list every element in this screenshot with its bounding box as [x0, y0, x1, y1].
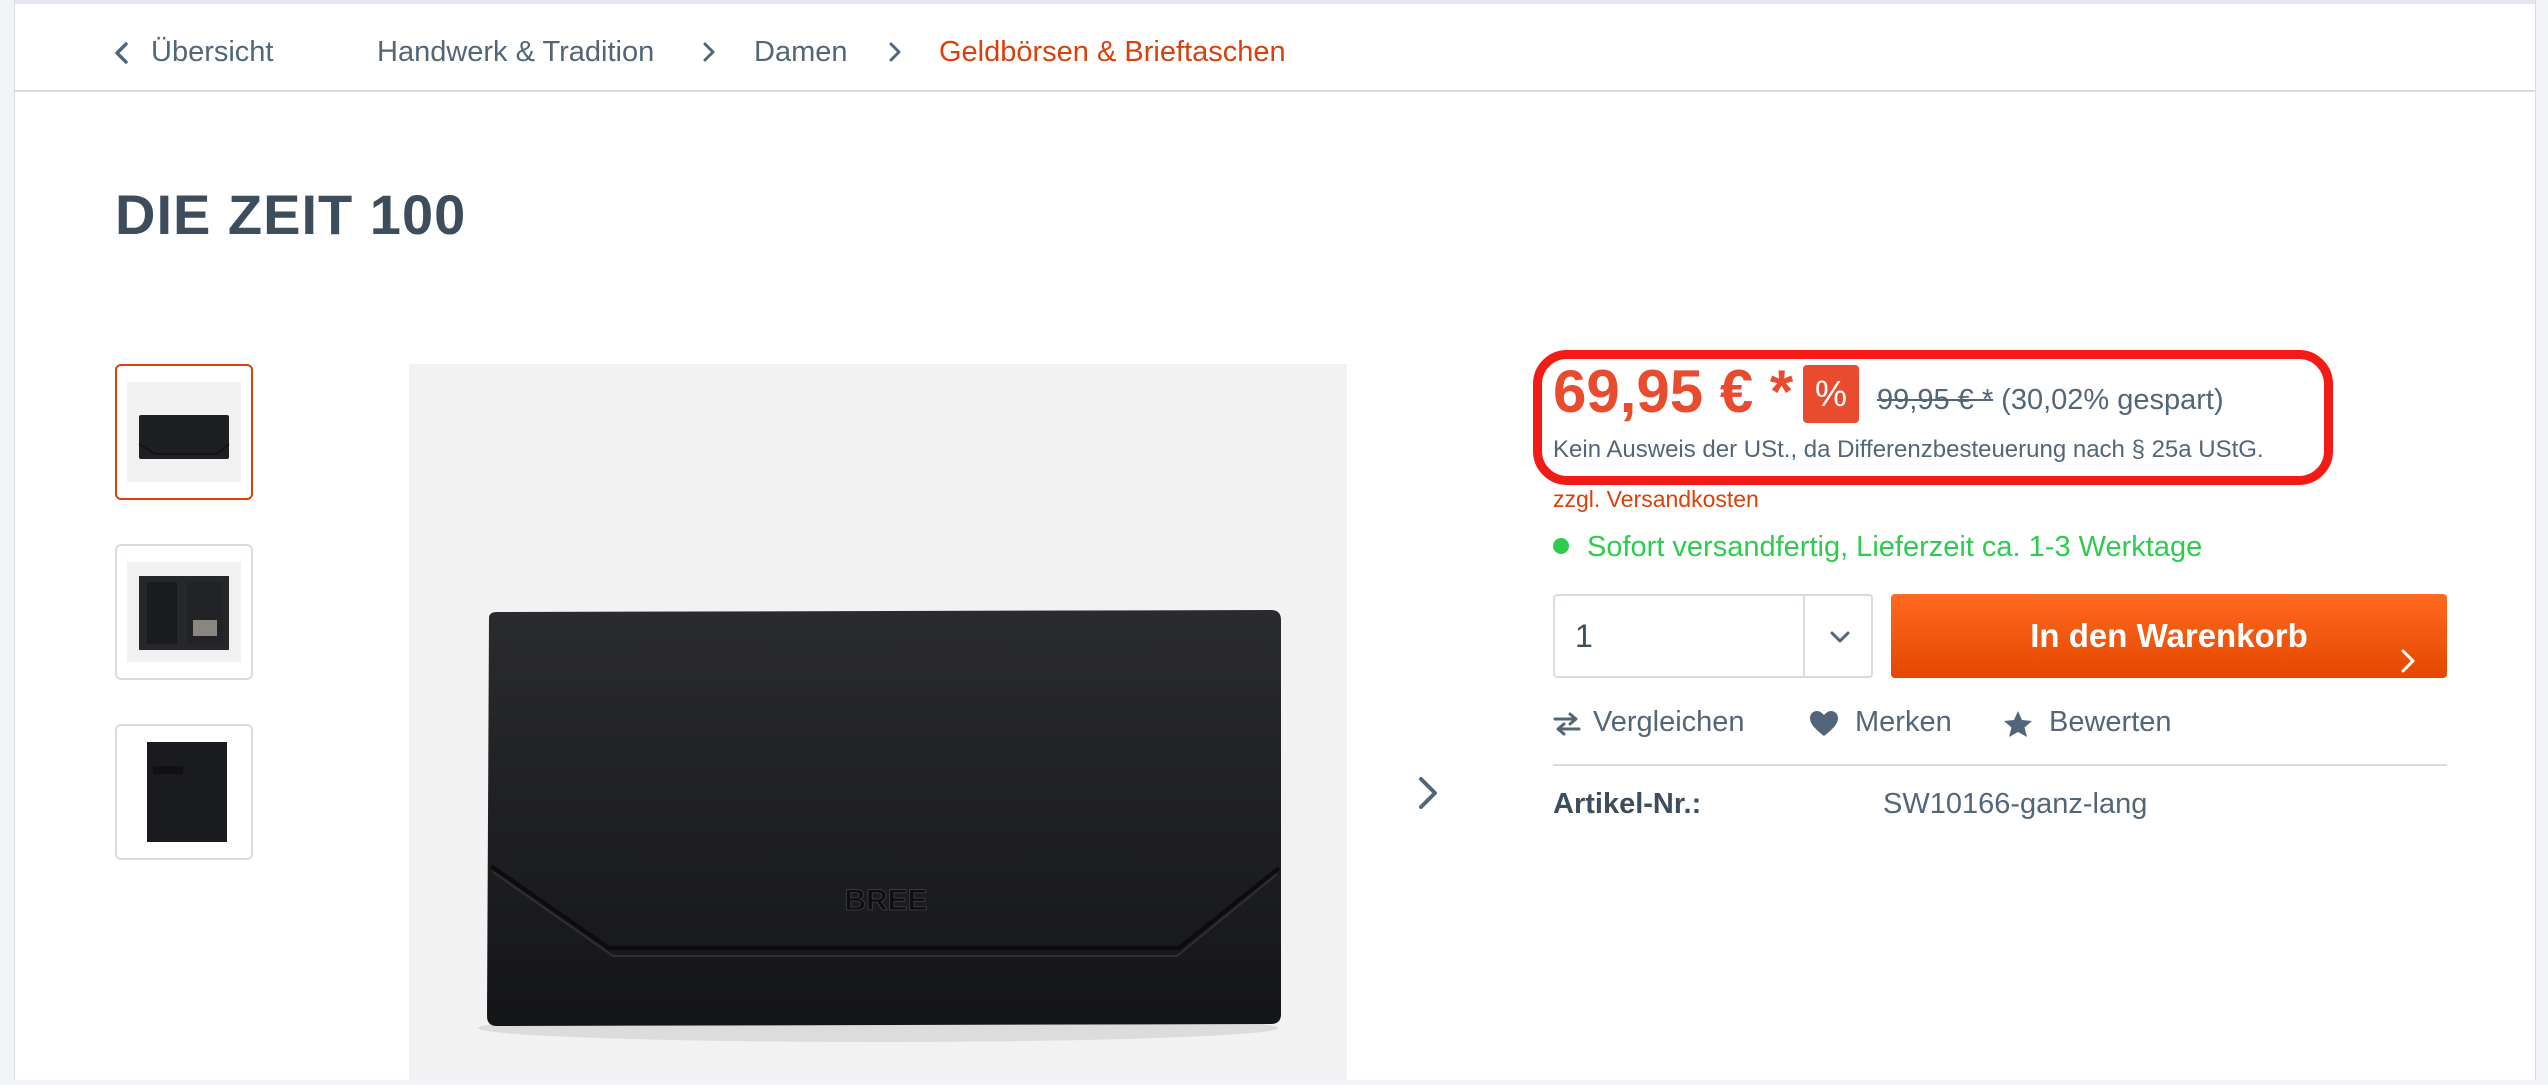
price-highlight-annotation	[1533, 350, 2333, 485]
chevron-right-icon	[699, 42, 719, 62]
rate-label: Bewerten	[2049, 706, 2172, 738]
compare-label: Vergleichen	[1593, 706, 1745, 738]
thumbnail-1[interactable]	[115, 364, 253, 500]
thumbnail-image	[127, 382, 241, 482]
breadcrumb-item-damen[interactable]: Damen	[754, 32, 848, 72]
brand-logo: BREE	[844, 884, 927, 917]
chevron-down-icon	[1829, 626, 1851, 653]
product-page: Übersicht Handwerk & Tradition Damen Gel…	[14, 0, 2536, 1080]
wishlist-label: Merken	[1855, 706, 1952, 738]
thumbnail-2[interactable]	[115, 544, 253, 680]
divider	[1553, 764, 2447, 766]
star-icon	[2003, 710, 2033, 746]
shipping-costs-link[interactable]: zzgl. Versandkosten	[1553, 486, 1759, 513]
divider	[1803, 596, 1805, 676]
main-product-image[interactable]: BREE	[409, 364, 1347, 1080]
compare-icon	[1553, 710, 1581, 746]
breadcrumb-item-current[interactable]: Geldbörsen & Brieftaschen	[939, 32, 1286, 72]
thumbnail-image	[127, 562, 241, 662]
status-dot-icon	[1553, 538, 1569, 554]
article-number-label: Artikel-Nr.:	[1553, 788, 1702, 820]
add-to-cart-label: In den Warenkorb	[2030, 617, 2308, 654]
article-number-value: SW10166-ganz-lang	[1883, 788, 2148, 820]
thumbnail-3[interactable]	[115, 724, 253, 860]
product-title: DIE ZEIT 100	[115, 183, 467, 246]
quantity-select[interactable]: 1	[1553, 594, 1873, 678]
breadcrumb: Übersicht Handwerk & Tradition Damen Gel…	[15, 0, 2535, 92]
chevron-left-icon[interactable]	[111, 40, 133, 66]
chevron-right-icon	[885, 42, 905, 62]
breadcrumb-item-handwerk[interactable]: Handwerk & Tradition	[377, 32, 654, 72]
heart-icon	[1809, 710, 1839, 746]
delivery-status: Sofort versandfertig, Lieferzeit ca. 1-3…	[1553, 531, 2202, 564]
quantity-value: 1	[1575, 618, 1593, 654]
chevron-right-icon[interactable]	[1413, 773, 1443, 813]
delivery-text: Sofort versandfertig, Lieferzeit ca. 1-3…	[1587, 531, 2203, 563]
chevron-right-icon	[2399, 622, 2417, 706]
thumbnail-image	[127, 736, 241, 846]
breadcrumb-back-link[interactable]: Übersicht	[151, 32, 274, 72]
add-to-cart-button[interactable]: In den Warenkorb	[1891, 594, 2447, 678]
